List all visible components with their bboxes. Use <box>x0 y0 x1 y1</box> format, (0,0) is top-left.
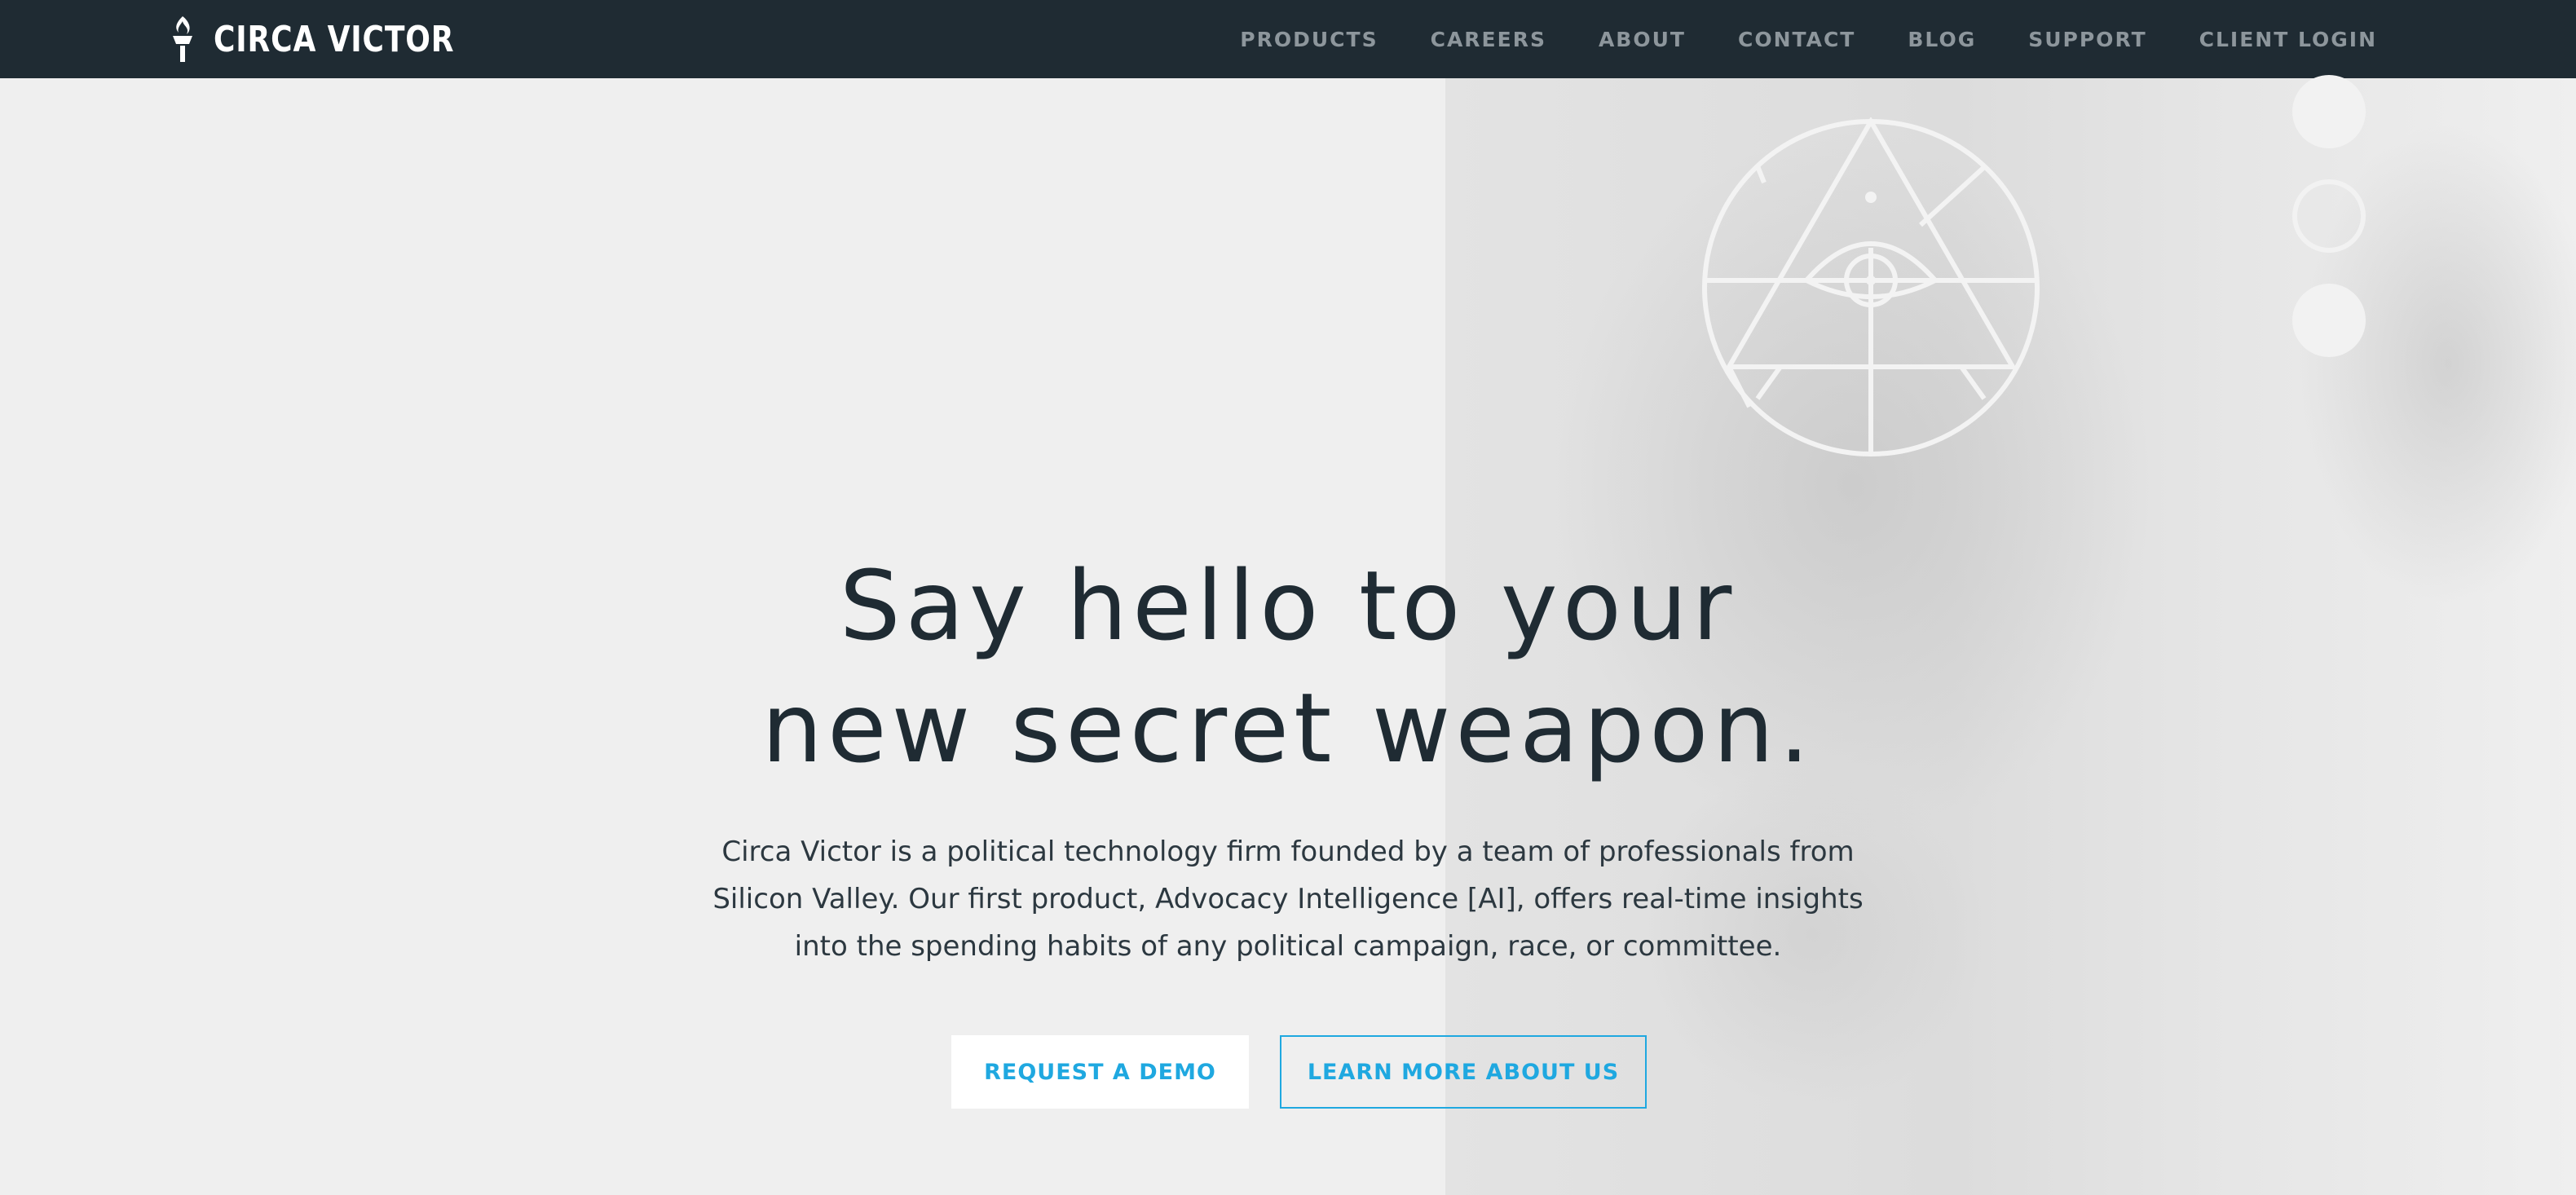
brand-logo-link[interactable]: CIRCA VICTOR <box>168 15 507 64</box>
hero-title: Say hello to your new secret weapon. <box>0 545 2576 789</box>
slider-dot-2-active[interactable] <box>2292 179 2366 253</box>
top-navigation-bar: CIRCA VICTOR PRODUCTS CAREERS ABOUT CONT… <box>0 0 2576 78</box>
brand-name: CIRCA VICTOR <box>214 18 455 60</box>
nav-item-about[interactable]: ABOUT <box>1599 28 1686 51</box>
hero-description: Circa Victor is a political technology f… <box>712 836 1864 963</box>
hero-title-line-1: Say hello to your <box>839 549 1737 662</box>
slider-dot-1[interactable] <box>2292 75 2366 148</box>
nav-item-client-login[interactable]: CLIENT LOGIN <box>2199 28 2377 51</box>
learn-more-button[interactable]: LEARN MORE ABOUT US <box>1280 1035 1647 1109</box>
nav-item-contact[interactable]: CONTACT <box>1738 28 1855 51</box>
nav-item-support[interactable]: SUPPORT <box>2028 28 2146 51</box>
hero-title-line-2: new secret weapon. <box>761 672 1815 784</box>
torch-icon <box>173 16 192 62</box>
nav-item-careers[interactable]: CAREERS <box>1431 28 1546 51</box>
slider-dot-3[interactable] <box>2292 284 2366 357</box>
nav-item-blog[interactable]: BLOG <box>1908 28 1976 51</box>
slider-pagination <box>2292 75 2372 388</box>
nav-item-products[interactable]: PRODUCTS <box>1240 28 1378 51</box>
main-nav: PRODUCTS CAREERS ABOUT CONTACT BLOG SUPP… <box>1240 0 2377 78</box>
all-seeing-eye-icon <box>1702 117 2040 456</box>
request-demo-button[interactable]: REQUEST A DEMO <box>951 1035 1249 1109</box>
